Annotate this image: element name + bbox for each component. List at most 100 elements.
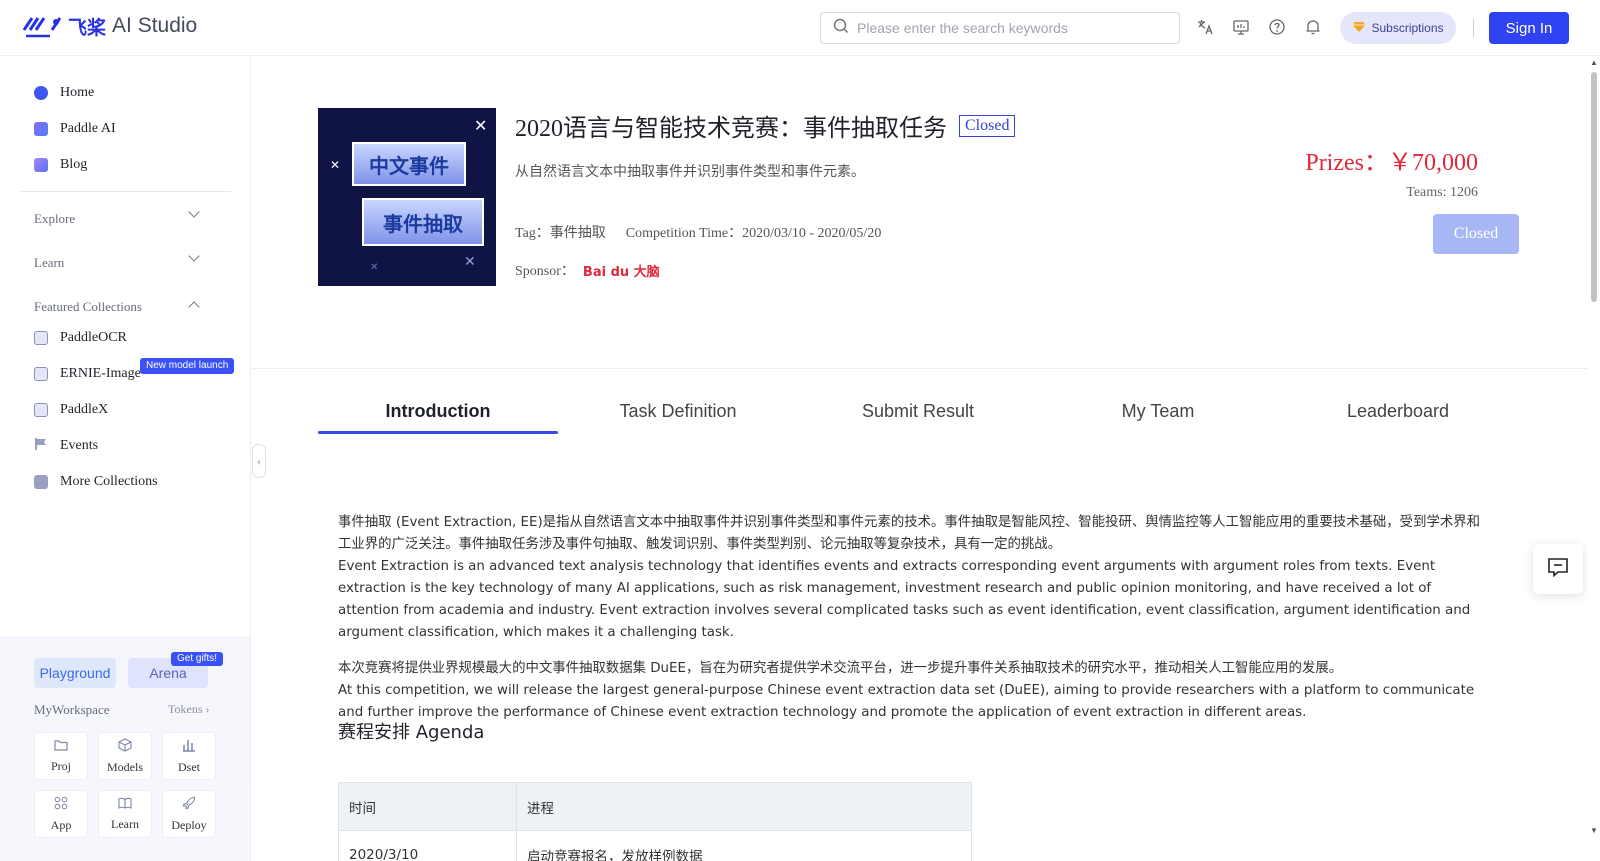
main-content: 中文事件 事件抽取 ✕ ✕ ✕ ✕ 2020语言与智能技术竞赛：事件抽取任务 C… (252, 56, 1588, 861)
search-input[interactable] (857, 20, 1157, 36)
tab-submit-result[interactable]: Submit Result (798, 396, 1038, 436)
section-explore-label: Explore (34, 211, 76, 226)
tile-label: Dset (178, 759, 200, 774)
baidu-logo: Bai du 大脑 (582, 264, 660, 280)
cover-text-1: 中文事件 (352, 142, 466, 186)
sidebar-item-paddle-ai[interactable]: Paddle AI (34, 117, 116, 141)
competition-title-row: 2020语言与智能技术竞赛：事件抽取任务 Closed (515, 108, 1016, 143)
scroll-down-icon[interactable]: ▼ (1590, 826, 1598, 835)
table-header-cell: 时间 (338, 782, 517, 831)
logo-cn-text: 飞桨 (68, 16, 107, 39)
section-divider (252, 368, 1588, 369)
table-row: 2020/3/10 启动竞赛报名，发放样例数据 (338, 830, 972, 861)
competition-tabs: Introduction Task Definition Submit Resu… (318, 396, 1518, 436)
scroll-up-icon[interactable]: ▲ (1590, 58, 1598, 67)
search-icon (833, 18, 849, 39)
tab-introduction[interactable]: Introduction (318, 396, 558, 436)
help-icon[interactable] (1268, 18, 1288, 38)
sidebar: Home Paddle AI Blog Explore Learn Featur… (0, 56, 251, 861)
sidebar-item-paddleocr[interactable]: PaddleOCR (34, 326, 127, 350)
folder-icon (54, 739, 68, 755)
tab-task-definition[interactable]: Task Definition (558, 396, 798, 436)
chevron-down-icon[interactable] (188, 206, 200, 218)
sidebar-item-events[interactable]: Events (34, 434, 98, 458)
sidebar-item-home[interactable]: Home (34, 81, 94, 105)
section-featured[interactable]: Featured Collections (34, 299, 142, 315)
tile-dset[interactable]: Dset (162, 732, 216, 780)
intro-paragraph-en: Event Extraction is an advanced text ana… (338, 559, 1471, 640)
sidebar-item-label: ERNIE-Image (60, 366, 141, 381)
sidebar-item-label: PaddleX (60, 402, 109, 417)
section-explore[interactable]: Explore (34, 211, 75, 227)
tile-models[interactable]: Models (98, 732, 152, 780)
header-separator (1473, 19, 1474, 37)
tokens-label: Tokens (168, 702, 203, 716)
prize-amount: Prizes：￥70,000 (1305, 150, 1478, 176)
agenda-table: 时间 进程 2020/3/10 启动竞赛报名，发放样例数据 (338, 782, 972, 861)
tile-app[interactable]: App (34, 790, 88, 838)
tokens-link[interactable]: Tokens › (168, 702, 210, 717)
sidebar-item-label: Paddle AI (60, 121, 116, 136)
tab-leaderboard[interactable]: Leaderboard (1278, 396, 1518, 436)
tile-deploy[interactable]: Deploy (162, 790, 216, 838)
sidebar-item-label: Blog (60, 157, 88, 172)
collection-icon (34, 475, 48, 489)
table-cell: 启动竞赛报名，发放样例数据 (516, 830, 972, 861)
sidebar-item-blog[interactable]: Blog (34, 153, 87, 177)
cover-text-2: 事件抽取 (362, 198, 484, 246)
subscriptions-button[interactable]: Subscriptions (1340, 12, 1456, 44)
chevron-up-icon[interactable] (188, 301, 200, 313)
sidebar-item-paddlex[interactable]: PaddleX (34, 398, 108, 422)
page-scrollbar[interactable]: ▲ ▼ (1588, 56, 1600, 861)
table-cell: 2020/3/10 (338, 830, 517, 861)
tile-proj[interactable]: Proj (34, 732, 88, 780)
intro-paragraph-cn: 事件抽取 (Event Extraction, EE)是指从自然语言文本中抽取事… (338, 515, 1481, 552)
logo[interactable]: 飞桨 AI Studio (22, 12, 197, 40)
status-badge: Closed (959, 114, 1016, 137)
sign-in-button[interactable]: Sign In (1489, 12, 1569, 44)
paddle-logo-icon (22, 12, 64, 40)
table-header-cell: 进程 (516, 782, 972, 831)
monitor-icon[interactable] (1232, 18, 1252, 38)
tab-my-team[interactable]: My Team (1038, 396, 1278, 436)
search-box[interactable] (820, 12, 1180, 44)
sidebar-divider (20, 191, 231, 192)
cube-icon (118, 737, 132, 756)
competition-title: 2020语言与智能技术竞赛：事件抽取任务 (515, 116, 947, 142)
dataset-paragraph-en: At this competition, we will release the… (338, 683, 1475, 720)
blog-icon (34, 158, 48, 172)
subscriptions-label: Subscriptions (1371, 21, 1444, 35)
competition-tag: Tag：事件抽取 (515, 226, 606, 241)
feedback-chat-button[interactable] (1533, 544, 1583, 594)
sparkle-icon: ✕ (330, 158, 341, 172)
translate-icon[interactable] (1196, 18, 1216, 38)
top-header: 飞桨 AI Studio Subscriptions Sign In (0, 0, 1600, 56)
agenda-heading: 赛程安排 Agenda (338, 722, 485, 743)
bell-icon[interactable] (1304, 18, 1324, 38)
apps-grid-icon (54, 796, 68, 814)
playground-button[interactable]: Playground (34, 658, 116, 688)
sidebar-item-more-collections[interactable]: More Collections (34, 470, 158, 494)
sparkle-icon: ✕ (474, 116, 488, 135)
image-icon (34, 367, 48, 381)
sidebar-item-label: Events (60, 438, 99, 453)
sidebar-item-label: PaddleOCR (60, 330, 127, 345)
workspace-panel: Playground Arena Get gifts! MyWorkspace … (0, 636, 250, 861)
competition-description: 从自然语言文本中抽取事件并识别事件类型和事件元素。 (515, 164, 865, 180)
section-learn[interactable]: Learn (34, 255, 64, 271)
tile-label: Deploy (171, 817, 207, 832)
tile-label: Models (107, 759, 143, 774)
tile-label: App (50, 817, 72, 832)
tile-label: Learn (111, 816, 139, 831)
table-header-row: 时间 进程 (338, 782, 972, 831)
scrollbar-thumb[interactable] (1591, 72, 1597, 302)
tile-learn[interactable]: Learn (98, 790, 152, 838)
competition-meta: Tag：事件抽取 Competition Time：2020/03/10 - 2… (515, 222, 881, 242)
paddle-ai-icon (34, 122, 48, 136)
paddlex-icon (34, 403, 48, 417)
dataset-paragraph-cn: 本次竞赛将提供业界规模最大的中文事件抽取数据集 DuEE，旨在为研究者提供学术交… (338, 661, 1343, 676)
chevron-down-icon[interactable] (188, 250, 200, 262)
sidebar-item-ernie-image[interactable]: ERNIE-Image (34, 362, 141, 386)
diamond-icon (1352, 21, 1366, 36)
closed-button[interactable]: Closed (1433, 214, 1519, 254)
